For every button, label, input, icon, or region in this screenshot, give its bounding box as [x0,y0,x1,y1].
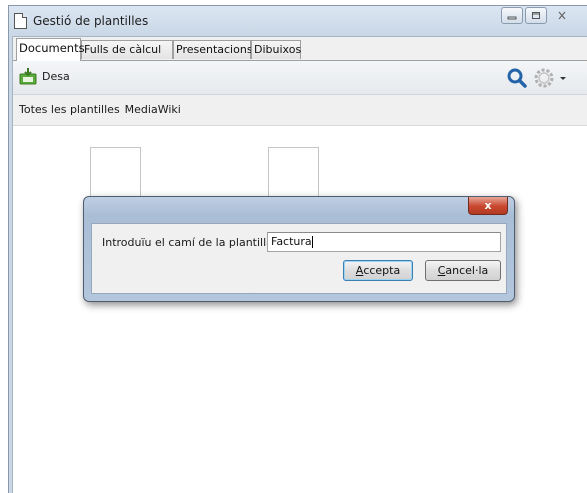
maximize-button[interactable] [525,7,547,24]
cancel-label: ancel·la [445,264,489,277]
caption-buttons [499,7,575,24]
breadcrumb-item-mediawiki[interactable]: MediaWiki [125,103,181,116]
dialog-close-button[interactable]: x [468,197,508,215]
template-view [13,126,587,493]
accept-button[interactable]: Accepta [343,260,413,281]
maximize-icon [532,12,540,19]
tab-documents[interactable]: Documents [16,38,85,61]
accept-mnemonic: A [355,264,364,277]
tab-bar: Documents Fulls de càlcul Presentacions … [13,37,587,61]
tab-drawings[interactable]: Dibuixos [251,40,301,59]
save-icon [19,68,37,85]
toolbar-right [507,67,567,89]
search-icon[interactable] [507,68,527,88]
close-icon: x [484,199,492,212]
template-path-label: Introduïu el camí de la plantilla: [102,236,277,249]
breadcrumb: Totes les plantilles MediaWiki [13,95,587,126]
cancel-mnemonic: C [437,264,446,277]
document-icon [14,13,27,29]
tab-label: Presentacions [176,43,253,56]
gear-icon[interactable] [533,67,555,89]
close-button[interactable] [549,7,575,24]
toolbar: Desa [13,61,587,95]
minimize-button[interactable] [501,7,523,24]
cancel-button[interactable]: Cancel·la [425,260,501,281]
breadcrumb-item-all-templates[interactable]: Totes les plantilles [19,103,120,116]
template-path-dialog: x Introduïu el camí de la plantilla: Fac… [83,196,515,302]
tab-spreadsheets[interactable]: Fulls de càlcul [81,40,173,59]
tab-label: Fulls de càlcul [84,43,162,56]
title-bar[interactable]: Gestió de plantilles [9,6,587,36]
save-label: Desa [42,69,70,83]
dialog-body: Introduïu el camí de la plantilla: Factu… [91,223,507,294]
tab-presentations[interactable]: Presentacions [173,40,253,59]
tab-label: Documents [19,41,85,55]
close-icon [558,11,566,20]
template-thumbnail[interactable] [90,147,141,199]
template-thumbnail[interactable] [268,147,319,199]
text-caret [311,236,313,248]
minimize-icon [507,16,517,19]
input-value: Factura [271,235,312,248]
template-path-input[interactable]: Factura [267,232,501,252]
dropdown-arrow-icon[interactable] [559,74,567,82]
accept-label: ccepta [363,264,401,277]
save-button[interactable]: Desa [19,67,70,85]
window-title: Gestió de plantilles [33,14,149,28]
tab-label: Dibuixos [254,43,302,56]
